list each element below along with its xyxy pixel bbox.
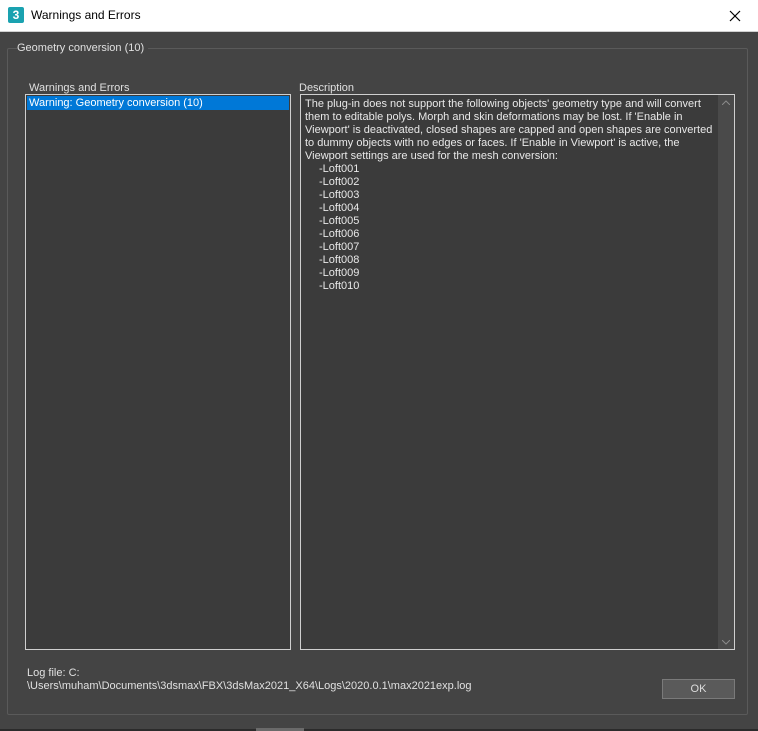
warnings-list-header: Warnings and Errors: [29, 82, 130, 94]
description-textbox[interactable]: The plug-in does not support the followi…: [300, 94, 735, 650]
scroll-down-button[interactable]: [718, 635, 734, 649]
description-paragraph: The plug-in does not support the followi…: [305, 98, 713, 162]
list-item: -Loft006: [319, 228, 360, 240]
list-item: -Loft010: [319, 280, 360, 292]
description-text-block: The plug-in does not support the followi…: [305, 98, 715, 293]
list-item-selected[interactable]: Warning: Geometry conversion (10): [27, 96, 289, 110]
group-title: Geometry conversion (10): [17, 42, 149, 54]
close-button[interactable]: [712, 0, 758, 31]
list-item: -Loft001: [319, 163, 360, 175]
chevron-down-icon: [722, 639, 730, 645]
ok-button[interactable]: OK: [662, 679, 735, 699]
warnings-list[interactable]: Warning: Geometry conversion (10): [25, 94, 291, 650]
list-item: -Loft002: [319, 176, 360, 188]
list-item: -Loft008: [319, 254, 360, 266]
vertical-scrollbar[interactable]: [718, 95, 734, 649]
list-item: -Loft004: [319, 202, 360, 214]
log-file-label: Log file: C:: [27, 667, 80, 679]
close-icon: [729, 10, 741, 21]
list-item: -Loft007: [319, 241, 360, 253]
log-file-path: Log file: C: \Users\muham\Documents\3dsm…: [27, 667, 472, 693]
3dsmax-app-icon: 3: [8, 7, 24, 23]
description-header: Description: [299, 82, 355, 94]
object-list: -Loft001 -Loft002 -Loft003 -Loft004 -Lof…: [305, 163, 715, 293]
list-item: -Loft005: [319, 215, 360, 227]
title-bar: 3 Warnings and Errors: [0, 0, 758, 32]
window-title: Warnings and Errors: [31, 8, 141, 22]
list-item: -Loft009: [319, 267, 360, 279]
list-item: -Loft003: [319, 189, 360, 201]
log-file-value: \Users\muham\Documents\3dsmax\FBX\3dsMax…: [27, 680, 472, 692]
chevron-up-icon: [722, 99, 730, 105]
scroll-up-button[interactable]: [718, 95, 734, 109]
